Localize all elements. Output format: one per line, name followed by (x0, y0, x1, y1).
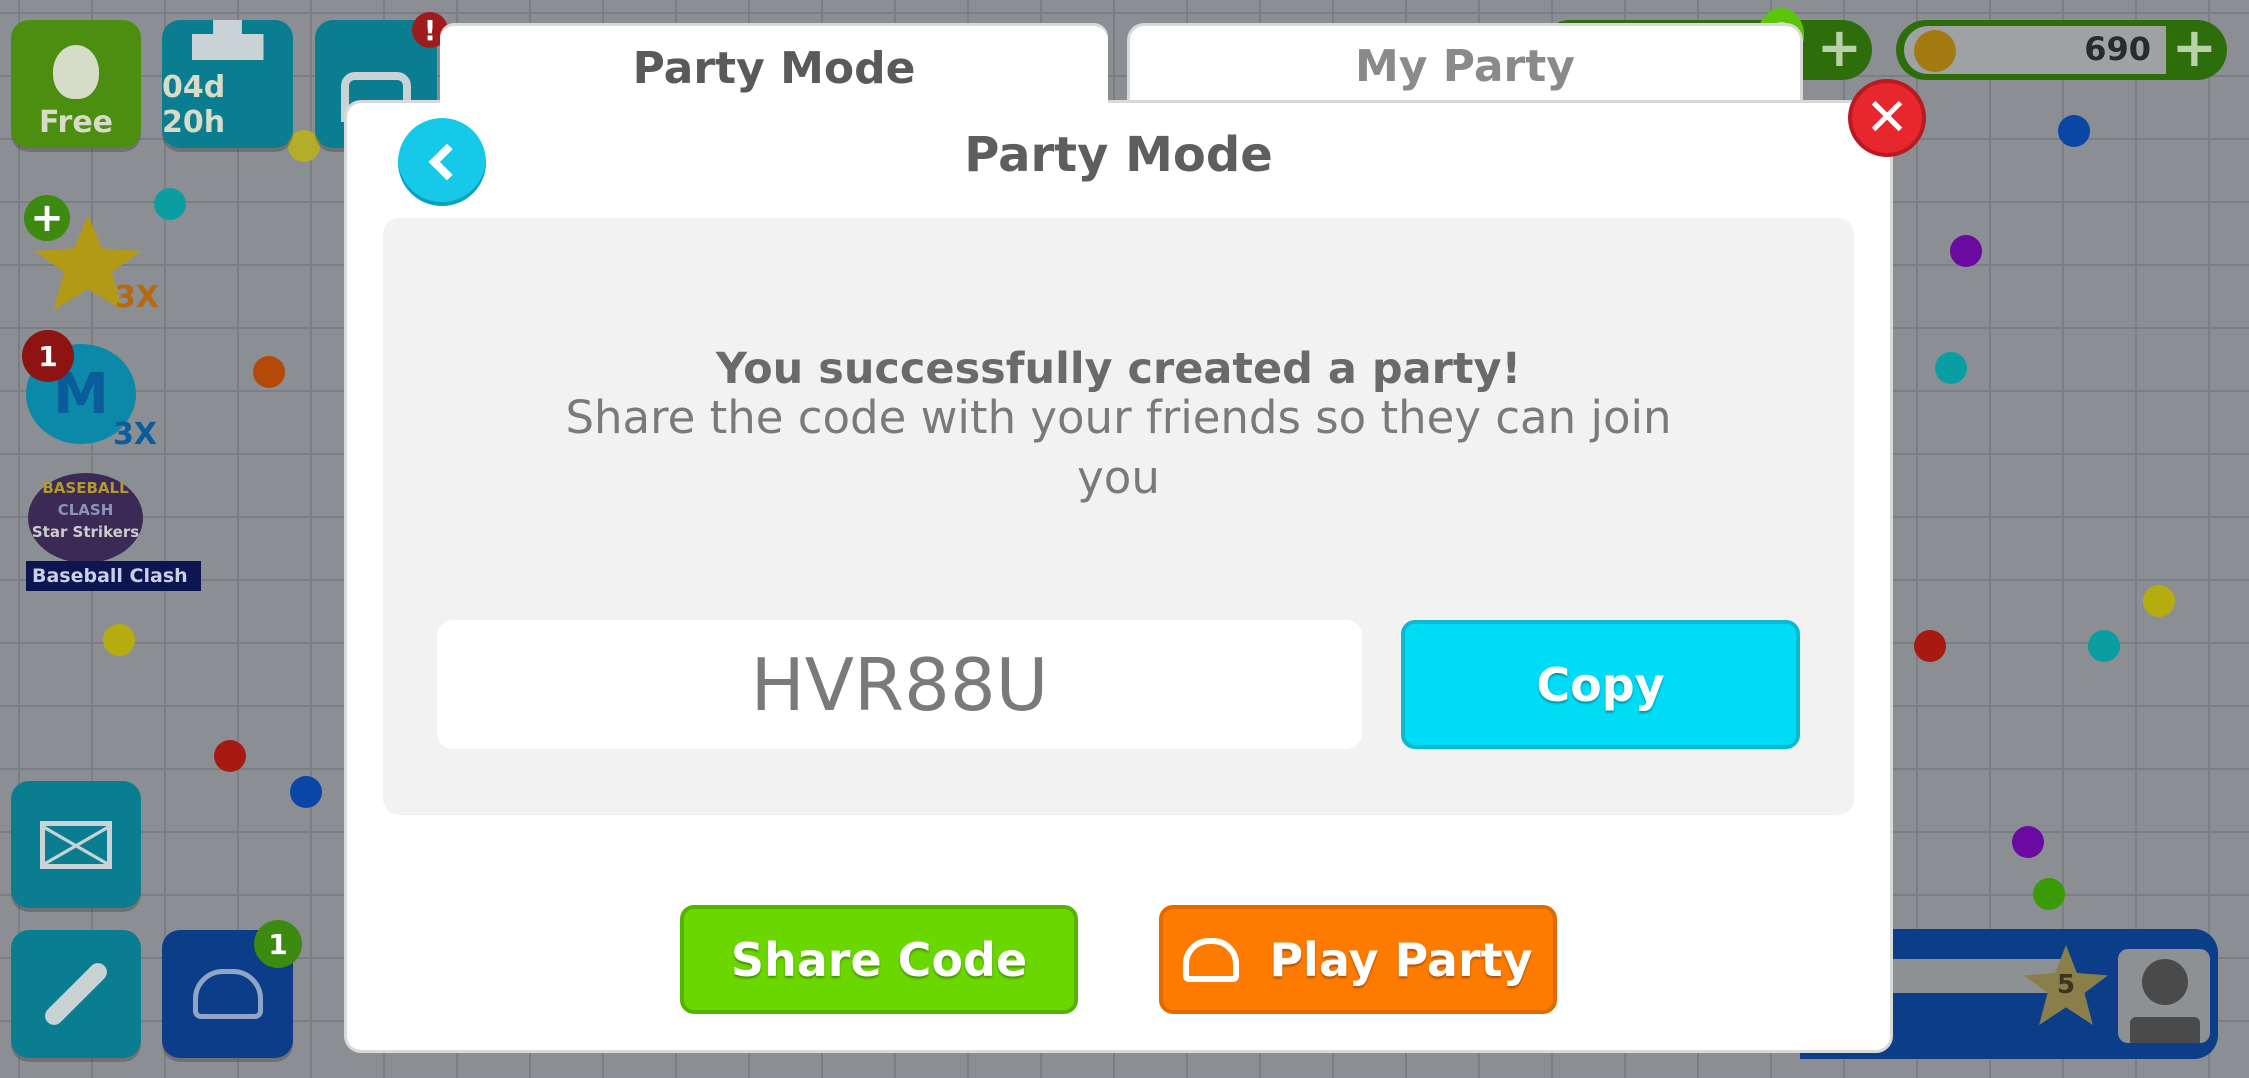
coins-add-button[interactable]: + (2172, 20, 2217, 80)
party-mode-dialog: Party Mode You successfully created a pa… (347, 103, 1890, 1050)
play-party-button[interactable]: Play Party (1159, 905, 1557, 1014)
plus-icon: + (24, 195, 70, 241)
play-party-label: Play Party (1269, 932, 1533, 987)
coins-count: 690 (2084, 30, 2151, 68)
coin-icon (1914, 30, 1956, 72)
food-dot (2033, 878, 2065, 910)
friends-badge: 1 (254, 920, 302, 968)
gems-add-button[interactable]: + (1817, 20, 1862, 80)
settings-button[interactable] (11, 930, 141, 1058)
food-dot (1950, 235, 1982, 267)
content-panel: You successfully created a party! Share … (383, 218, 1854, 815)
potion-icon (53, 45, 99, 99)
free-potion-button[interactable]: Free (11, 20, 141, 148)
mass-boost-button[interactable]: M 1 3X (22, 330, 157, 452)
food-dot (103, 624, 135, 656)
tab-my-party[interactable]: My Party (1130, 26, 1800, 106)
share-code-button[interactable]: Share Code (680, 905, 1078, 1014)
baseball-clash-logo: BASEBALL CLASH Star Strikers (28, 473, 143, 563)
baseball-clash-event-button[interactable]: BASEBALL CLASH Star Strikers Baseball Cl… (22, 473, 202, 591)
mass-badge: 1 (22, 330, 74, 382)
share-instructions: Share the code with your friends so they… (565, 391, 1672, 504)
leaderboard-button[interactable]: 04d 20h (162, 20, 293, 148)
mass-multiplier: 3X (112, 417, 157, 452)
group-icon (1183, 937, 1240, 982)
share-code-label: Share Code (730, 932, 1028, 987)
food-dot (290, 776, 322, 808)
logo-text: Star Strikers (31, 523, 140, 541)
food-dot (2012, 826, 2044, 858)
xp-boost-star-button[interactable]: + 3X (24, 195, 159, 315)
boost-multiplier: 3X (114, 280, 159, 315)
party-code-field[interactable]: HVR88U (437, 620, 1362, 749)
leaderboard-timer: 04d 20h (162, 70, 226, 140)
party-code: HVR88U (750, 642, 1049, 727)
free-label: Free (38, 105, 114, 140)
wrench-icon (41, 959, 111, 1029)
envelope-icon (40, 820, 112, 869)
mail-button[interactable] (11, 781, 141, 908)
podium-icon (191, 20, 264, 60)
food-dot (1914, 630, 1946, 662)
copy-button[interactable]: Copy (1401, 620, 1800, 749)
avatar (2118, 949, 2210, 1043)
coins-bar: 690 + (1896, 20, 2227, 80)
dialog-title: Party Mode (964, 127, 1273, 183)
close-button[interactable]: ✕ (1848, 79, 1926, 157)
logo-text: CLASH (57, 501, 114, 519)
tab-party-mode[interactable]: Party Mode (440, 26, 1108, 110)
food-dot (1935, 352, 1967, 384)
level-number: 5 (2056, 970, 2076, 1000)
food-dot (214, 740, 246, 772)
food-dot (253, 356, 285, 388)
success-message: You successfully created a party! (715, 344, 1522, 394)
event-label: Baseball Clash (26, 561, 201, 591)
food-dot (2143, 585, 2175, 617)
friends-icon (192, 969, 263, 1019)
food-dot (2058, 115, 2090, 147)
food-dot (2088, 630, 2120, 662)
logo-text: BASEBALL (42, 479, 129, 497)
close-icon: ✕ (1865, 88, 1909, 148)
